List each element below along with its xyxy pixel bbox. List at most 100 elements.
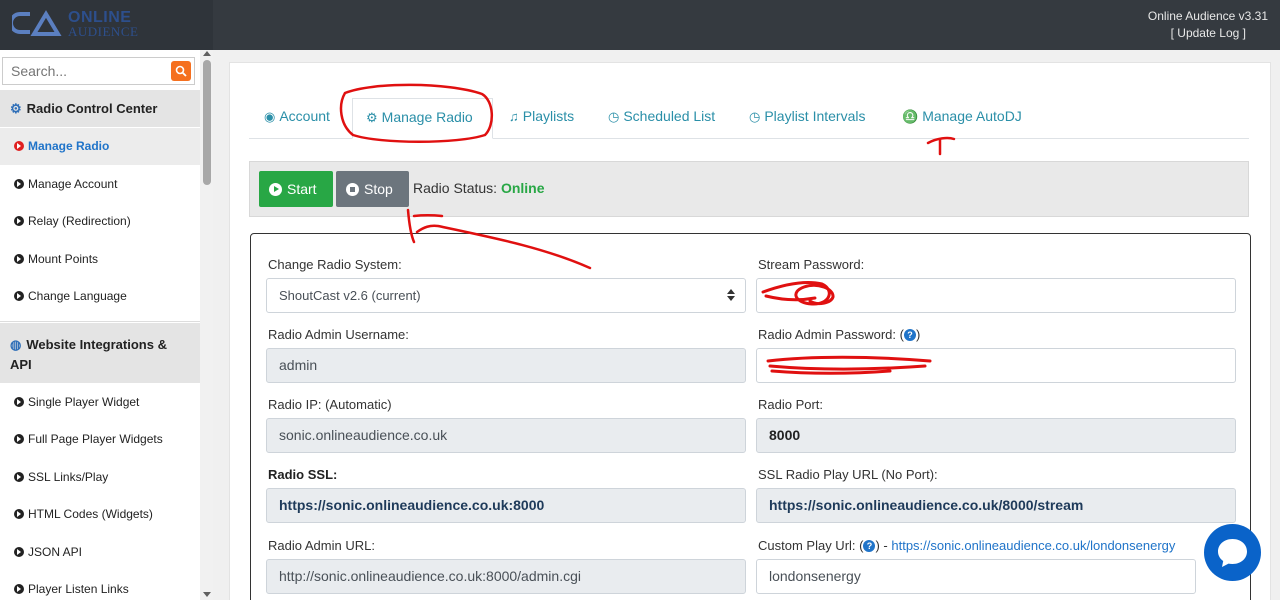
user-circle-icon: ◉	[264, 109, 276, 124]
tab-manage-radio[interactable]: ⚙ Manage Radio	[352, 98, 493, 139]
admin-url-label: Radio Admin URL:	[268, 538, 375, 553]
stop-label: Stop	[364, 181, 393, 197]
help-icon[interactable]: ?	[863, 540, 876, 552]
sidebar-item-ssl-links[interactable]: SSL Links/Play	[0, 459, 200, 496]
custom-play-field[interactable]: londonsenergy	[756, 559, 1196, 594]
tab-label: Account	[279, 108, 330, 124]
radio-ssl-label: Radio SSL:	[268, 467, 338, 482]
logo[interactable]: ONLINE AUDIENCE	[0, 0, 213, 50]
search-input[interactable]	[3, 58, 168, 84]
ssl-play-url-label: SSL Radio Play URL (No Port):	[758, 467, 938, 482]
search-button[interactable]	[171, 61, 191, 81]
divider	[0, 321, 200, 322]
radio-system-select[interactable]: ShoutCast v2.6 (current)	[266, 278, 746, 313]
sidebar-item-player-listen-links[interactable]: Player Listen Links	[0, 571, 200, 600]
tab-playlists[interactable]: ♫ Playlists	[509, 108, 574, 124]
arrow-circle-icon	[14, 216, 24, 226]
sidebar-item-manage-account[interactable]: Manage Account	[0, 166, 200, 203]
radio-ip-field[interactable]: sonic.onlineaudience.co.uk	[266, 418, 746, 453]
play-icon	[269, 183, 282, 196]
scroll-thumb[interactable]	[203, 60, 211, 185]
search-icon	[175, 65, 187, 77]
tab-account[interactable]: ◉ Account	[264, 108, 330, 125]
radio-status-value: Online	[500, 180, 545, 196]
select-arrows-icon	[727, 289, 735, 301]
sidebar-item-label: Player Listen Links	[28, 582, 129, 596]
custom-play-link[interactable]: https://sonic.onlineaudience.co.uk/londo…	[891, 538, 1175, 553]
arrow-circle-icon	[14, 141, 24, 151]
update-log-link[interactable]: [ Update Log ]	[1171, 26, 1246, 40]
arrow-circle-icon	[14, 509, 24, 519]
section-title: Website Integrations &	[26, 337, 167, 352]
section-title: Radio Control Center	[26, 101, 158, 116]
admin-password-label-end: )	[915, 327, 921, 342]
admin-password-field[interactable]	[756, 348, 1236, 383]
gear-icon: ⚙	[366, 110, 378, 125]
radio-port-field[interactable]: 8000	[756, 418, 1236, 453]
admin-url-field[interactable]: http://sonic.onlineaudience.co.uk:8000/a…	[266, 559, 746, 594]
chat-icon	[1218, 539, 1247, 567]
scroll-down-icon[interactable]	[203, 592, 211, 597]
tab-label: Manage AutoDJ	[922, 108, 1022, 124]
start-label: Start	[287, 181, 317, 197]
sidebar-item-full-page-player-widgets[interactable]: Full Page Player Widgets	[0, 421, 200, 458]
gear-icon: ⚙	[10, 101, 22, 116]
tab-playlist-intervals[interactable]: ◷ Playlist Intervals	[749, 108, 866, 125]
app-version: Online Audience v3.31	[1147, 9, 1268, 23]
tab-label: Scheduled List	[623, 108, 716, 124]
section-radio-control-center[interactable]: ⚙ Radio Control Center	[0, 90, 200, 127]
tab-manage-autodj[interactable]: ♎ Manage AutoDJ	[902, 108, 1022, 125]
clock-icon: ◷	[749, 109, 761, 124]
custom-play-label: Custom Play Url: (?) - https://sonic.onl…	[758, 538, 1175, 553]
tab-label: Playlists	[522, 108, 575, 124]
section-website-integrations[interactable]: ◍ Website Integrations & API	[0, 323, 200, 383]
sidebar-item-label: HTML Codes (Widgets)	[28, 507, 153, 521]
admin-username-field[interactable]: admin	[266, 348, 746, 383]
sidebar-item-relay[interactable]: Relay (Redirection)	[0, 203, 200, 240]
sidebar-item-label: Relay (Redirection)	[28, 214, 131, 228]
sidebar-item-change-language[interactable]: Change Language	[0, 278, 200, 315]
sidebar-item-single-player-widget[interactable]: Single Player Widget	[0, 384, 200, 421]
arrow-circle-icon	[14, 179, 24, 189]
stop-button[interactable]: Stop	[336, 171, 409, 207]
sidebar-item-label: Manage Radio	[28, 139, 110, 153]
sidebar-scrollbar[interactable]	[200, 50, 213, 600]
sidebar-item-label: JSON API	[28, 545, 83, 559]
arrow-circle-icon	[14, 397, 24, 407]
sidebar-item-label: Manage Account	[28, 177, 118, 191]
ssl-play-url-field[interactable]: https://sonic.onlineaudience.co.uk/8000/…	[756, 488, 1236, 523]
tab-label: Manage Radio	[381, 109, 473, 125]
sidebar-item-json-api[interactable]: JSON API	[0, 534, 200, 571]
admin-password-label: Radio Admin Password: (?)	[758, 327, 920, 342]
chat-button[interactable]	[1204, 524, 1261, 581]
headphones-icon: ♎	[902, 109, 919, 124]
logo-subtext: AUDIENCE	[68, 24, 139, 39]
scroll-up-icon[interactable]	[203, 51, 211, 56]
sidebar-item-manage-radio[interactable]: Manage Radio	[0, 128, 200, 165]
radio-system-value: ShoutCast v2.6 (current)	[279, 288, 421, 303]
music-icon: ♫	[509, 109, 519, 124]
section-title-line2: API	[10, 357, 32, 372]
search-box	[2, 57, 195, 85]
stream-password-field[interactable]	[756, 278, 1236, 313]
start-button[interactable]: Start	[259, 171, 333, 207]
custom-play-label-text: Custom Play Url: (	[758, 538, 864, 553]
sidebar-item-label: Mount Points	[28, 252, 99, 266]
admin-password-label-text: Radio Admin Password: (	[758, 327, 904, 342]
logo-mark-icon	[12, 10, 62, 36]
sidebar-item-label: Change Language	[28, 289, 127, 303]
stream-password-label: Stream Password:	[758, 257, 865, 272]
custom-play-label-mid: ) -	[875, 538, 892, 553]
arrow-circle-icon	[14, 254, 24, 264]
tab-scheduled-list[interactable]: ◷ Scheduled List	[608, 108, 715, 125]
sidebar-item-mount-points[interactable]: Mount Points	[0, 241, 200, 278]
radio-system-label: Change Radio System:	[268, 257, 402, 272]
arrow-circle-icon	[14, 291, 24, 301]
radio-ssl-field[interactable]: https://sonic.onlineaudience.co.uk:8000	[266, 488, 746, 523]
clock-icon: ◷	[608, 109, 620, 124]
help-icon[interactable]: ?	[903, 329, 916, 341]
arrow-circle-icon	[14, 434, 24, 444]
sidebar-item-html-codes[interactable]: HTML Codes (Widgets)	[0, 496, 200, 533]
arrow-circle-icon	[14, 472, 24, 482]
sidebar-item-label: SSL Links/Play	[28, 470, 109, 484]
